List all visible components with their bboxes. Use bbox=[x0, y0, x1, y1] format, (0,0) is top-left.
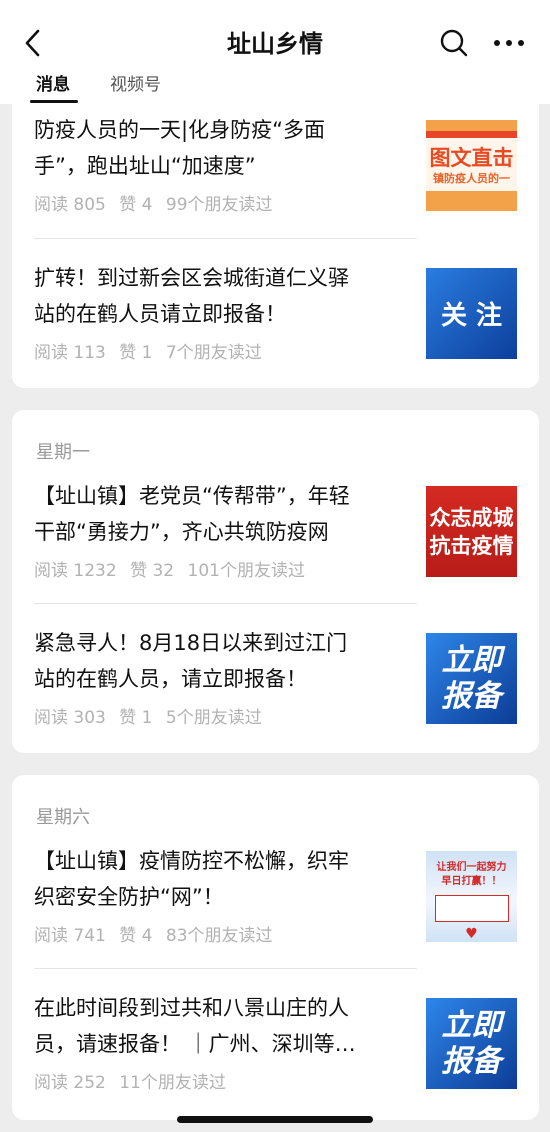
friends-read: 5个朋友读过 bbox=[165, 708, 262, 728]
poster-panel bbox=[434, 895, 509, 922]
friends-read: 7个朋友读过 bbox=[165, 343, 262, 363]
more-button[interactable] bbox=[490, 27, 528, 59]
article-stats: 阅读 113 赞 1 7个朋友读过 bbox=[34, 338, 270, 363]
message-card: 星期六 【址山镇】疫情防控不松懈，织牢 织密安全防护“网”！ 阅读 741 赞 … bbox=[12, 775, 539, 1120]
divider bbox=[34, 968, 417, 969]
read-count: 阅读 805 bbox=[34, 195, 106, 215]
article-title: 扩转！到过新会区会城街道仁义驿 站的在鹤人员请立即报备！ bbox=[34, 266, 349, 326]
article-thumbnail[interactable]: 众志成城 抗击疫情 bbox=[426, 486, 517, 577]
friends-read: 83个朋友读过 bbox=[165, 926, 273, 946]
friends-read: 99个朋友读过 bbox=[165, 195, 273, 215]
article-item[interactable]: 扩转！到过新会区会城街道仁义驿 站的在鹤人员请立即报备！ 阅读 113 赞 1 … bbox=[12, 260, 539, 400]
tab-video[interactable]: 视频号 bbox=[110, 70, 161, 95]
article-stats: 阅读 303 赞 1 5个朋友读过 bbox=[34, 703, 270, 728]
read-count: 阅读 1232 bbox=[34, 561, 117, 581]
active-tab-underline bbox=[30, 100, 78, 103]
article-thumbnail[interactable]: 立即 报备 bbox=[426, 633, 517, 724]
article-stats: 阅读 252 11个朋友读过 bbox=[34, 1068, 234, 1093]
article-title: 【址山镇】老党员“传帮带”，年轻 干部“勇接力”，齐心共筑防疫网 bbox=[34, 484, 350, 544]
home-indicator[interactable] bbox=[177, 1116, 373, 1123]
article-item[interactable]: 【址山镇】老党员“传帮带”，年轻 干部“勇接力”，齐心共筑防疫网 阅读 1232… bbox=[12, 478, 539, 618]
friends-read: 11个朋友读过 bbox=[119, 1073, 226, 1093]
article-item[interactable]: 紧急寻人！8月18日以来到过江门 站的在鹤人员，请立即报备！ 阅读 303 赞 … bbox=[12, 625, 539, 765]
heart-icon: ♥ bbox=[465, 926, 478, 942]
message-card: 防疫人员的一天|化身防疫“多面 手”，跑出址山“加速度” 阅读 805 赞 4 … bbox=[12, 90, 539, 388]
read-count: 阅读 303 bbox=[34, 708, 106, 728]
friends-read: 101个朋友读过 bbox=[187, 561, 305, 581]
article-item[interactable]: 防疫人员的一天|化身防疫“多面 手”，跑出址山“加速度” 阅读 805 赞 4 … bbox=[12, 112, 539, 252]
message-card: 星期一 【址山镇】老党员“传帮带”，年轻 干部“勇接力”，齐心共筑防疫网 阅读 … bbox=[12, 410, 539, 753]
divider bbox=[34, 238, 417, 239]
tab-messages[interactable]: 消息 bbox=[36, 70, 70, 95]
article-item[interactable]: 在此时间段到过共和八景山庄的人 员，请速报备！ ｜广州、深圳等… 阅读 252 … bbox=[12, 990, 539, 1130]
top-bar: 址山乡情 消息 视频号 bbox=[0, 0, 550, 104]
search-icon bbox=[440, 29, 468, 57]
chevron-left-icon bbox=[25, 29, 40, 57]
like-count: 赞 1 bbox=[119, 343, 153, 363]
more-dots-icon bbox=[494, 40, 524, 46]
read-count: 阅读 252 bbox=[34, 1073, 106, 1093]
like-count: 赞 1 bbox=[119, 708, 153, 728]
article-title: 紧急寻人！8月18日以来到过江门 站的在鹤人员，请立即报备！ bbox=[34, 631, 348, 691]
article-item[interactable]: 【址山镇】疫情防控不松懈，织牢 织密安全防护“网”！ 阅读 741 赞 4 83… bbox=[12, 843, 539, 983]
day-label: 星期六 bbox=[36, 807, 90, 828]
like-count: 赞 4 bbox=[119, 926, 153, 946]
article-thumbnail[interactable]: 图文直击 镇防疫人员的一 bbox=[426, 120, 517, 211]
read-count: 阅读 113 bbox=[34, 343, 106, 363]
tab-bar: 消息 视频号 bbox=[0, 70, 550, 104]
article-thumbnail[interactable]: 关 注 bbox=[426, 268, 517, 359]
like-count: 赞 4 bbox=[119, 195, 153, 215]
article-stats: 阅读 805 赞 4 99个朋友读过 bbox=[34, 190, 281, 215]
article-title: 【址山镇】疫情防控不松懈，织牢 织密安全防护“网”！ bbox=[34, 849, 349, 909]
article-stats: 阅读 1232 赞 32 101个朋友读过 bbox=[34, 556, 313, 581]
back-button[interactable] bbox=[18, 26, 48, 60]
search-button[interactable] bbox=[438, 27, 470, 59]
article-title: 在此时间段到过共和八景山庄的人 员，请速报备！ ｜广州、深圳等… bbox=[34, 996, 356, 1056]
divider bbox=[34, 603, 417, 604]
article-title: 防疫人员的一天|化身防疫“多面 手”，跑出址山“加速度” bbox=[34, 118, 325, 178]
like-count: 赞 32 bbox=[130, 561, 175, 581]
read-count: 阅读 741 bbox=[34, 926, 106, 946]
day-label: 星期一 bbox=[36, 442, 90, 463]
article-thumbnail[interactable]: 立即 报备 bbox=[426, 998, 517, 1089]
article-thumbnail[interactable]: 让我们一起努力 早日打赢！！ ♥ bbox=[426, 851, 517, 942]
article-stats: 阅读 741 赞 4 83个朋友读过 bbox=[34, 921, 281, 946]
